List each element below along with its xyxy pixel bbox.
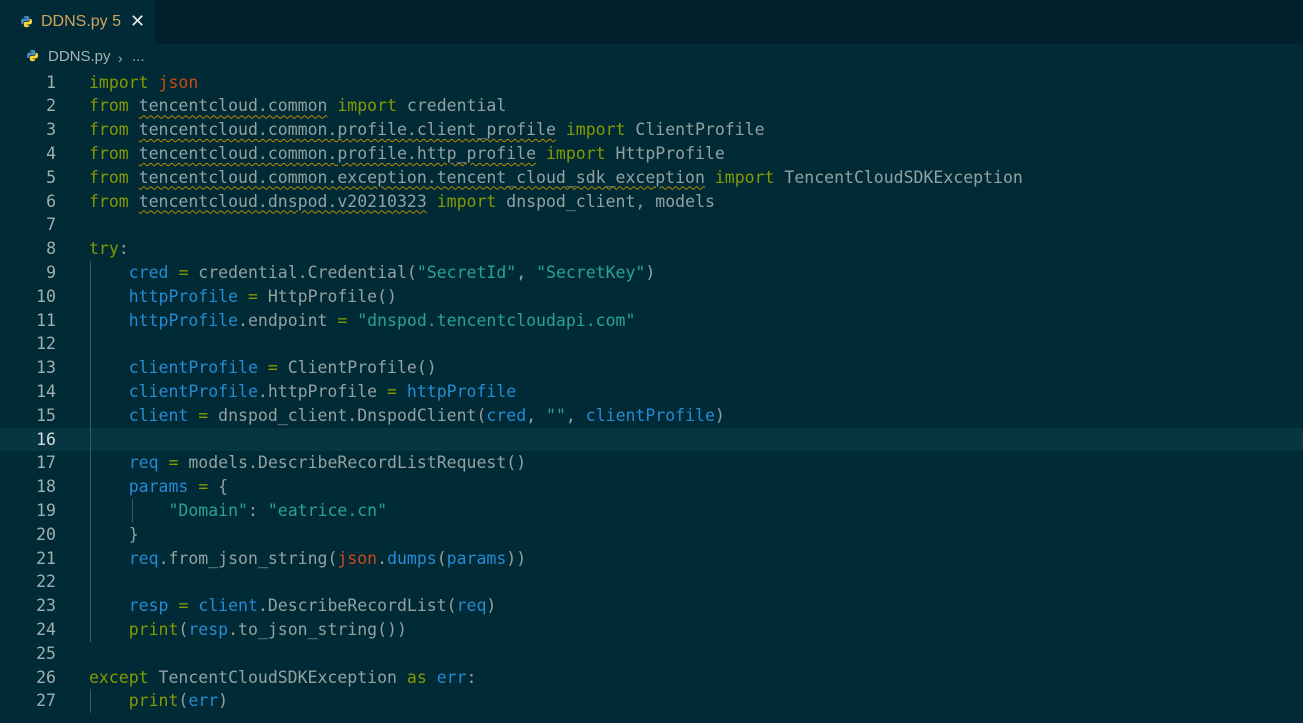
code-text: import json xyxy=(89,72,199,92)
line-number: 9 xyxy=(46,262,56,282)
code-line[interactable]: 19 "Domain": "eatrice.cn" xyxy=(0,499,1303,523)
problem-count-badge: 5 xyxy=(112,13,122,30)
line-number: 26 xyxy=(36,667,56,687)
line-number: 19 xyxy=(36,500,56,520)
code-line[interactable]: 22 xyxy=(0,570,1303,594)
line-number: 15 xyxy=(36,405,56,425)
code-line[interactable]: 5 from tencentcloud.common.exception.tenc… xyxy=(0,166,1303,190)
code-line[interactable]: 26 except TencentCloudSDKException as err… xyxy=(0,666,1303,690)
line-number: 17 xyxy=(36,453,56,473)
editor-tab-bar: DDNS.py 5 ✕ xyxy=(0,0,1303,44)
code-text: print(resp.to_json_string()) xyxy=(128,619,407,639)
code-text: cred = credential.Credential("SecretId",… xyxy=(128,262,656,282)
line-number: 7 xyxy=(46,215,56,235)
line-number: 13 xyxy=(36,358,56,378)
line-number: 5 xyxy=(46,167,56,187)
code-line[interactable]: 16 xyxy=(0,427,1303,452)
code-line[interactable]: 8 try: xyxy=(0,237,1303,261)
indent-guide xyxy=(90,689,91,714)
chevron-right-icon: › xyxy=(118,50,123,66)
python-icon xyxy=(20,15,33,28)
code-line[interactable]: 23 resp = client.DescribeRecordList(req) xyxy=(0,594,1303,618)
tab-ddns-py[interactable]: DDNS.py 5 ✕ xyxy=(0,0,155,44)
line-number: 3 xyxy=(46,120,56,140)
python-icon xyxy=(26,49,39,62)
code-text: from tencentcloud.common.profile.http_pr… xyxy=(89,143,725,163)
code-line[interactable]: 25 xyxy=(0,642,1303,666)
code-text: params = { xyxy=(128,477,229,497)
code-line[interactable]: 10 httpProfile = HttpProfile() xyxy=(0,285,1303,309)
breadcrumb: DDNS.py › ... xyxy=(0,44,1303,70)
code-text: httpProfile.endpoint = "dnspod.tencentcl… xyxy=(128,310,636,330)
code-text: clientProfile.httpProfile = httpProfile xyxy=(128,381,517,401)
code-text: } xyxy=(89,524,139,544)
line-number: 18 xyxy=(36,477,56,497)
tab-label: DDNS.py 5 xyxy=(41,13,122,30)
code-line[interactable]: 13 clientProfile = ClientProfile() xyxy=(0,356,1303,380)
line-number: 10 xyxy=(36,286,56,306)
code-line[interactable]: 2 from tencentcloud.common import credent… xyxy=(0,94,1303,118)
code-text: except TencentCloudSDKException as err: xyxy=(89,667,477,687)
code-text: from tencentcloud.common.profile.client_… xyxy=(89,120,765,140)
code-editor[interactable]: 1 import json 2 from tencentcloud.common im… xyxy=(0,70,1303,723)
code-line[interactable]: 4 from tencentcloud.common.profile.http_p… xyxy=(0,142,1303,166)
line-number: 1 xyxy=(46,72,56,92)
code-line[interactable]: 11 httpProfile.endpoint = "dnspod.tencen… xyxy=(0,309,1303,333)
line-number: 27 xyxy=(36,691,56,711)
code-text: from tencentcloud.common import credenti… xyxy=(89,96,507,116)
code-line[interactable]: 14 clientProfile.httpProfile = httpProfi… xyxy=(0,380,1303,404)
code-line[interactable]: 12 xyxy=(0,332,1303,356)
close-icon[interactable]: ✕ xyxy=(130,11,145,31)
line-number: 22 xyxy=(36,572,56,592)
code-text: "Domain": "eatrice.cn" xyxy=(168,500,388,520)
line-number: 25 xyxy=(36,643,56,663)
code-line[interactable]: 21 req.from_json_string(json.dumps(param… xyxy=(0,547,1303,571)
code-line[interactable]: 27 print(err) xyxy=(0,689,1303,713)
code-text: req.from_json_string(json.dumps(params)) xyxy=(128,548,527,568)
code-text: httpProfile = HttpProfile() xyxy=(128,286,397,306)
breadcrumb-file[interactable]: DDNS.py xyxy=(48,47,111,67)
code-line[interactable]: 7 xyxy=(0,213,1303,237)
code-text: try: xyxy=(89,239,129,259)
code-line[interactable]: 9 cred = credential.Credential("SecretId… xyxy=(0,261,1303,285)
code-line[interactable]: 18 params = { xyxy=(0,475,1303,499)
code-line[interactable]: 24 print(resp.to_json_string()) xyxy=(0,618,1303,642)
line-number: 20 xyxy=(36,524,56,544)
code-text: client = dnspod_client.DnspodClient(cred… xyxy=(128,405,725,425)
code-text: clientProfile = ClientProfile() xyxy=(128,358,437,378)
code-text: from tencentcloud.dnspod.v20210323 impor… xyxy=(89,191,715,211)
line-number: 6 xyxy=(46,191,56,211)
line-number: 21 xyxy=(36,548,56,568)
code-line[interactable]: 15 client = dnspod_client.DnspodClient(c… xyxy=(0,404,1303,428)
code-line[interactable]: 17 req = models.DescribeRecordListReques… xyxy=(0,451,1303,475)
line-number: 8 xyxy=(46,239,56,259)
code-text: req = models.DescribeRecordListRequest() xyxy=(128,453,527,473)
code-line[interactable]: 6 from tencentcloud.dnspod.v20210323 impo… xyxy=(0,190,1303,214)
code-line[interactable]: 20 } xyxy=(0,523,1303,547)
line-number: 2 xyxy=(46,96,56,116)
code-text: print(err) xyxy=(128,691,229,711)
line-number: 24 xyxy=(36,619,56,639)
line-number: 14 xyxy=(36,381,56,401)
code-text: resp = client.DescribeRecordList(req) xyxy=(128,596,497,616)
indent-guide xyxy=(131,498,133,523)
code-line[interactable]: 1 import json xyxy=(0,71,1303,95)
line-number: 11 xyxy=(36,310,56,330)
code-line[interactable]: 3 from tencentcloud.common.profile.client… xyxy=(0,118,1303,142)
line-number: 23 xyxy=(36,596,56,616)
line-number: 12 xyxy=(36,334,56,354)
line-number: 16 xyxy=(36,429,56,449)
code-text: from tencentcloud.common.exception.tence… xyxy=(89,167,1023,187)
breadcrumb-symbols[interactable]: ... xyxy=(132,47,145,67)
indent-guide xyxy=(90,260,91,642)
line-number: 4 xyxy=(46,143,56,163)
